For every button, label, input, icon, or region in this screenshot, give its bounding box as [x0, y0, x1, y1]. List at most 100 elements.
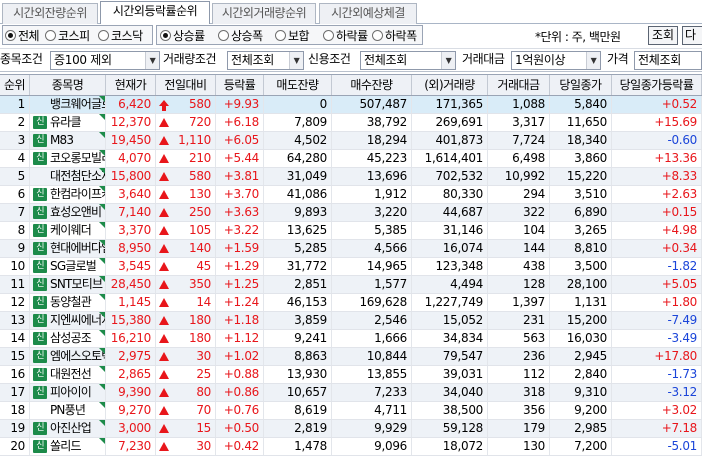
table-row[interactable]: 10 신 SG글로벌 3,545 45 +1.29 31,772 14,965 123,348 4… [0, 258, 702, 276]
stock-name-cell[interactable]: 신 피아이이 [30, 384, 106, 401]
table-row[interactable]: 5 대전첨단소재 15,800 580 +3.81 31,049 13,696 702,532… [0, 168, 702, 186]
table-row[interactable]: 7 신 효성오앤비 7,140 250 +3.63 9,893 3,220 44,687 322 6… [0, 204, 702, 222]
tab-4[interactable]: 시간외예상체결 [319, 3, 417, 24]
stock-name-cell[interactable]: 신 M83 [30, 132, 106, 149]
buy-remain-cell: 1,666 [332, 330, 412, 347]
market-radio-1[interactable]: 전체 [5, 27, 40, 43]
price-select[interactable]: 전체조회 [634, 51, 702, 70]
change-cell: 15 [156, 420, 216, 437]
table-row[interactable]: 9 신 현대에버다임 8,950 140 +1.59 5,285 4,566 16,074 144… [0, 240, 702, 258]
stock-name-cell[interactable]: 신 케이웨더 [30, 222, 106, 239]
column-header[interactable]: 종목명 [30, 75, 106, 95]
type-radio-5[interactable]: 하락폭 [372, 27, 417, 43]
sell-remain-cell: 0 [264, 96, 332, 113]
next-button[interactable]: 다 [682, 26, 702, 45]
stock-name-cell[interactable]: 신 한컴라이프케 [30, 186, 106, 203]
table-row[interactable]: 17 신 피아이이 9,390 80 +0.86 10,657 7,233 34,040 318 9… [0, 384, 702, 402]
stock-name-cell[interactable]: 뱅크웨어글로 [30, 96, 106, 113]
table-row[interactable]: 2 신 유라클 12,370 720 +6.18 7,809 38,792 269,691 3,3… [0, 114, 702, 132]
buy-remain-cell: 7,233 [332, 384, 412, 401]
stock-name: 피아이이 [50, 385, 92, 399]
credit-badge: 신 [33, 368, 47, 381]
stock-name-cell[interactable]: 신 코오롱모빌리 [30, 150, 106, 167]
rate-cell: +1.59 [216, 240, 264, 257]
column-header[interactable]: 순위 [0, 75, 30, 95]
corner-marker-icon [99, 438, 105, 444]
tab-2[interactable]: 시간외등락률순위 [100, 1, 210, 25]
table-row[interactable]: 16 신 대원전선 2,865 25 +0.88 13,930 13,855 39,031 112… [0, 366, 702, 384]
stock-name: 지엔씨에너지 [50, 313, 106, 327]
stock-name-cell[interactable]: 신 지엔씨에너지 [30, 312, 106, 329]
buy-remain-cell: 38,792 [332, 114, 412, 131]
close-price-cell: 15,200 [550, 312, 612, 329]
stock-name-cell[interactable]: 신 현대에버다임 [30, 240, 106, 257]
type-radio-3[interactable]: 보합 [275, 27, 310, 43]
tab-3[interactable]: 시간외거래량순위 [212, 3, 316, 24]
close-price-cell: 1,131 [550, 294, 612, 311]
stock-name-cell[interactable]: 신 쏠리드 [30, 438, 106, 455]
credit-condition-select[interactable]: 전체조회 ▼ [360, 51, 456, 70]
table-row[interactable]: 1 뱅크웨어글로 6,420 580 +9.93 0 507,487 171,365 1,088… [0, 96, 702, 114]
item-condition-select[interactable]: 증100 제외 ▼ [50, 51, 160, 70]
price-cell: 7,230 [106, 438, 156, 455]
corner-marker-icon [99, 204, 105, 210]
stock-name-cell[interactable]: PN풍년 [30, 402, 106, 419]
volume-cell: 38,500 [412, 402, 488, 419]
tab-1[interactable]: 시간외잔량순위 [2, 3, 98, 24]
column-header[interactable]: 현재가 [106, 75, 156, 95]
stock-name-cell[interactable]: 신 아진산업 [30, 420, 106, 437]
stock-name: 엠에스오토텍 [50, 349, 106, 363]
table-row[interactable]: 12 신 동양철관 1,145 14 +1.24 46,153 169,628 1,227,74… [0, 294, 702, 312]
stock-name-cell[interactable]: 신 SNT모티브 [30, 276, 106, 293]
stock-name-cell[interactable]: 신 동양철관 [30, 294, 106, 311]
query-button[interactable]: 조회 [648, 26, 678, 45]
column-header[interactable]: 거래대금 [488, 75, 550, 95]
market-radio-2[interactable]: 코스피 [45, 27, 90, 43]
up-triangle-icon [159, 352, 169, 361]
table-row[interactable]: 15 신 엠에스오토텍 2,975 30 +1.02 8,863 10,844 79,547 23… [0, 348, 702, 366]
column-header[interactable]: 매도잔량 [264, 75, 332, 95]
corner-marker-icon [99, 258, 105, 264]
amount-select[interactable]: 1억원이상 ▼ [511, 51, 601, 70]
change-cell: 210 [156, 150, 216, 167]
change-cell: 180 [156, 330, 216, 347]
volume-cell: 171,365 [412, 96, 488, 113]
table-row[interactable]: 6 신 한컴라이프케 3,640 130 +3.70 41,086 1,912 80,330 29… [0, 186, 702, 204]
column-header[interactable]: (외)거래량 [412, 75, 488, 95]
table-row[interactable]: 11 신 SNT모티브 28,450 350 +1.25 2,851 1,577 4,494 12… [0, 276, 702, 294]
column-header[interactable]: 당일종가 [550, 75, 612, 95]
volume-cell: 34,834 [412, 330, 488, 347]
rate-cell: +5.44 [216, 150, 264, 167]
column-header[interactable]: 전일대비 [156, 75, 216, 95]
stock-name-cell[interactable]: 신 대원전선 [30, 366, 106, 383]
table-row[interactable]: 3 신 M83 19,450 1,110 +6.05 4,502 18,294 401,873 7… [0, 132, 702, 150]
close-price-cell: 2,985 [550, 420, 612, 437]
up-triangle-icon [159, 172, 169, 181]
stock-name-cell[interactable]: 신 삼성공조 [30, 330, 106, 347]
stock-name-cell[interactable]: 신 유라클 [30, 114, 106, 131]
up-triangle-icon [159, 262, 169, 271]
stock-name-cell[interactable]: 대전첨단소재 [30, 168, 106, 185]
market-radio-3[interactable]: 코스닥 [98, 27, 143, 43]
stock-name-cell[interactable]: 신 SG글로벌 [30, 258, 106, 275]
sell-remain-cell: 3,859 [264, 312, 332, 329]
type-radio-4[interactable]: 하락률 [323, 27, 368, 43]
table-row[interactable]: 19 신 아진산업 3,000 15 +0.50 2,819 9,929 59,128 179 2,… [0, 420, 702, 438]
column-header[interactable]: 매수잔량 [332, 75, 412, 95]
table-row[interactable]: 20 신 쏠리드 7,230 30 +0.42 1,478 9,096 18,072 130 7,2… [0, 438, 702, 456]
table-row[interactable]: 4 신 코오롱모빌리 4,070 210 +5.44 64,280 45,223 1,614,4… [0, 150, 702, 168]
table-row[interactable]: 18 PN풍년 9,270 70 +0.76 8,619 4,711 38,500 356 9,2… [0, 402, 702, 420]
table-row[interactable]: 8 신 케이웨더 3,370 105 +3.22 13,625 5,385 31,146 104 3… [0, 222, 702, 240]
stock-name-cell[interactable]: 신 효성오앤비 [30, 204, 106, 221]
type-radio-1[interactable]: 상승률 [160, 27, 205, 43]
type-radio-2[interactable]: 상승폭 [218, 27, 263, 43]
stock-name-cell[interactable]: 신 엠에스오토텍 [30, 348, 106, 365]
table-row[interactable]: 13 신 지엔씨에너지 15,380 180 +1.18 3,859 2,546 15,052 2… [0, 312, 702, 330]
change-value: 720 [188, 115, 211, 129]
stock-name: 쏠리드 [50, 439, 82, 453]
type-radio-label: 하락폭 [385, 28, 417, 43]
table-row[interactable]: 14 신 삼성공조 16,210 180 +1.12 9,241 1,666 34,834 563… [0, 330, 702, 348]
column-header[interactable]: 당일종가등락률 [612, 75, 702, 95]
column-header[interactable]: 등락률 [216, 75, 264, 95]
volume-condition-select[interactable]: 전체조회 ▼ [227, 51, 304, 70]
